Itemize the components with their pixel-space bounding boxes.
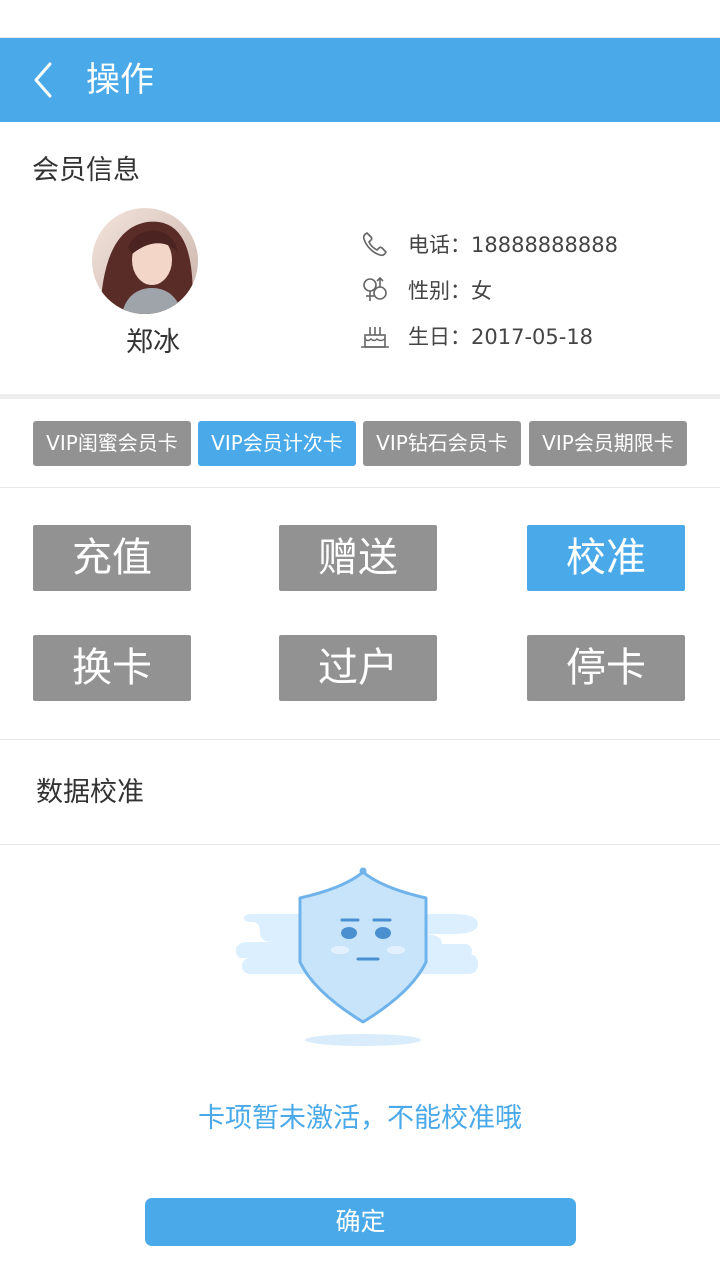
- card-tab-2[interactable]: VIP会员计次卡: [198, 421, 356, 466]
- member-info-title: 会员信息: [32, 155, 140, 186]
- suspend-card-button[interactable]: 停卡: [527, 635, 685, 701]
- gender-icon: [360, 275, 390, 305]
- confirm-button[interactable]: 确定: [145, 1198, 576, 1246]
- card-tab-1[interactable]: VIP闺蜜会员卡: [33, 421, 191, 466]
- phone-row: 电话：18888888888: [360, 224, 618, 264]
- member-name: 郑冰: [126, 327, 180, 358]
- action-grid: 充值 赠送 校准 换卡 过户 停卡: [0, 488, 720, 740]
- page-title: 操作: [86, 60, 154, 100]
- change-card-button[interactable]: 换卡: [33, 635, 191, 701]
- app-header: 操作: [0, 38, 720, 122]
- gender-row: 性别：女: [360, 270, 492, 310]
- shield-mascot-icon: [232, 862, 488, 1058]
- transfer-button[interactable]: 过户: [279, 635, 437, 701]
- card-tab-3[interactable]: VIP钻石会员卡: [363, 421, 521, 466]
- card-tabs: VIP闺蜜会员卡 VIP会员计次卡 VIP钻石会员卡 VIP会员期限卡: [0, 399, 720, 488]
- birthday-row: 生日：2017-05-18: [360, 316, 593, 356]
- status-bar: [0, 0, 720, 38]
- chevron-left-icon: [34, 62, 52, 98]
- calibrate-button[interactable]: 校准: [527, 525, 685, 591]
- phone-text: 电话：18888888888: [408, 233, 618, 257]
- avatar: [92, 208, 198, 314]
- gift-button[interactable]: 赠送: [279, 525, 437, 591]
- member-info-section: 会员信息 郑冰 电话：18888888888 性别：女 生日：2017-05-1…: [0, 122, 720, 396]
- back-button[interactable]: [22, 56, 70, 104]
- cake-icon: [360, 321, 390, 351]
- phone-icon: [360, 229, 390, 259]
- gender-text: 性别：女: [408, 279, 492, 303]
- inactive-card-message: 卡项暂未激活，不能校准哦: [198, 1103, 522, 1134]
- divider: [0, 844, 720, 845]
- recharge-button[interactable]: 充值: [33, 525, 191, 591]
- birthday-text: 生日：2017-05-18: [408, 325, 594, 349]
- data-calibration-title: 数据校准: [36, 777, 144, 808]
- card-tab-4[interactable]: VIP会员期限卡: [529, 421, 687, 466]
